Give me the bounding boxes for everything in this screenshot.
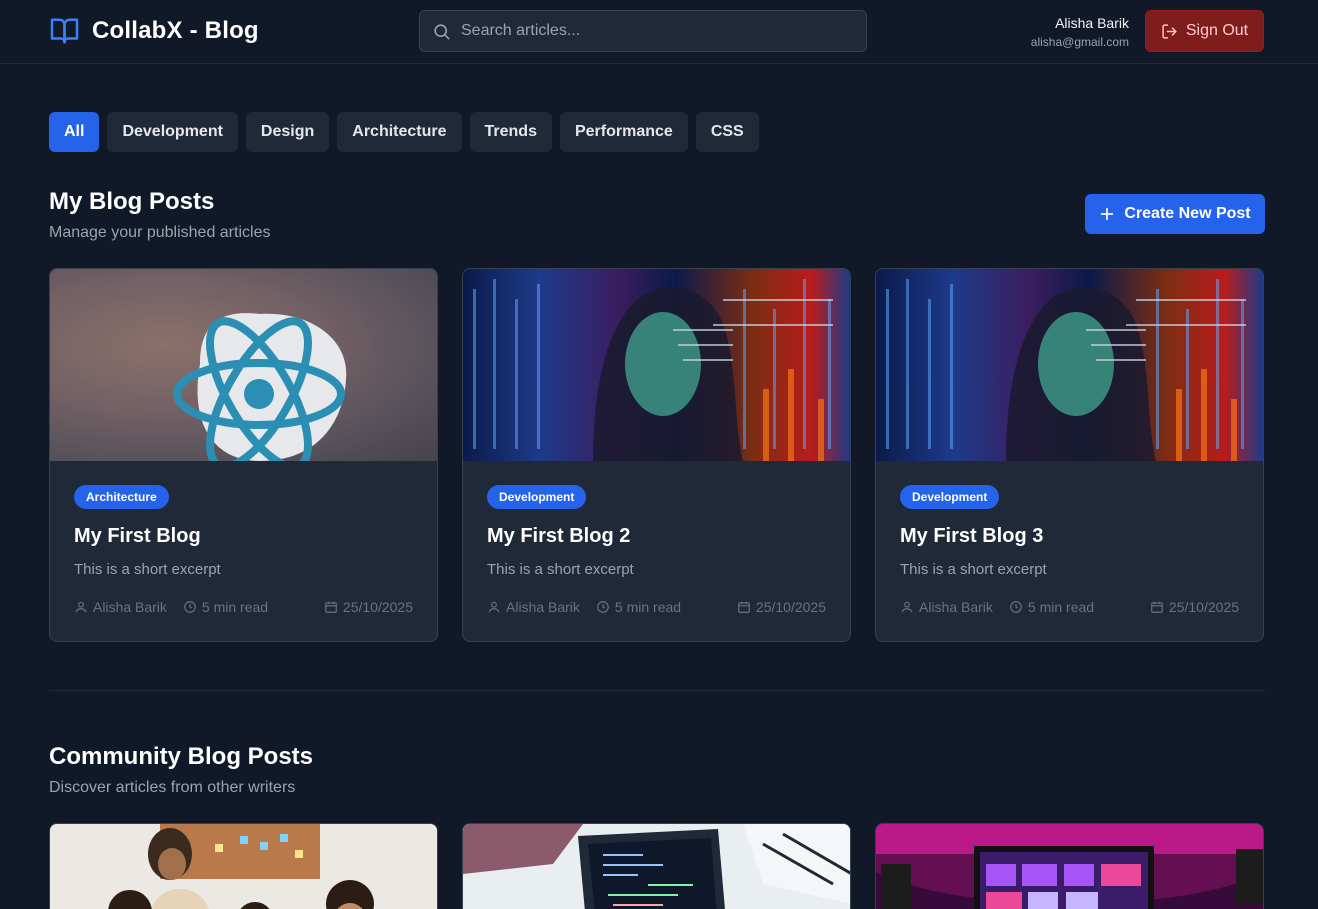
card-excerpt: This is a short excerpt — [74, 561, 221, 578]
community-blog-card[interactable] — [875, 823, 1264, 909]
brand[interactable]: CollabX - Blog — [49, 16, 259, 46]
user-name: Alisha Barik — [1055, 15, 1129, 31]
filter-design[interactable]: Design — [245, 112, 330, 152]
book-open-icon — [50, 18, 79, 44]
read-time-meta: 5 min read — [596, 599, 681, 615]
post-date: 25/10/2025 — [342, 599, 413, 615]
date-meta: 25/10/2025 — [1150, 599, 1239, 615]
user-icon — [75, 601, 87, 613]
author-meta: Alisha Barik — [74, 599, 167, 615]
search-icon — [434, 23, 450, 39]
section-divider — [49, 690, 1265, 691]
post-date: 25/10/2025 — [755, 599, 826, 615]
calendar-icon — [738, 601, 750, 613]
read-time-meta: 5 min read — [1009, 599, 1094, 615]
my-posts-header: My Blog Posts Manage your published arti… — [49, 188, 270, 242]
read-time: 5 min read — [1027, 599, 1095, 615]
blog-card-image — [876, 269, 1263, 461]
read-time: 5 min read — [201, 599, 269, 615]
plus-icon — [1101, 207, 1114, 221]
brand-title: CollabX - Blog — [92, 17, 259, 44]
neon-desk-setup-image — [876, 824, 1263, 909]
filter-architecture[interactable]: Architecture — [337, 112, 462, 152]
author-meta: Alisha Barik — [487, 599, 580, 615]
blog-card-image — [463, 269, 850, 461]
blog-card-image — [50, 269, 437, 461]
card-title[interactable]: My First Blog 2 — [487, 525, 826, 548]
card-meta: Alisha Barik 5 min read 25/10/2025 — [487, 599, 826, 615]
card-title[interactable]: My First Blog — [74, 525, 413, 548]
category-badge[interactable]: Development — [487, 485, 587, 509]
author-name: Alisha Barik — [506, 599, 580, 615]
calendar-icon — [325, 601, 337, 613]
clock-icon — [597, 601, 609, 613]
blog-card[interactable]: Architecture My First Blog This is a sho… — [49, 268, 438, 642]
card-excerpt: This is a short excerpt — [487, 561, 634, 578]
top-header: CollabX - Blog Alisha Barik alisha@gmail… — [0, 0, 1318, 64]
author-name: Alisha Barik — [919, 599, 993, 615]
community-blog-card[interactable] — [49, 823, 438, 909]
filter-performance[interactable]: Performance — [559, 112, 688, 152]
clock-icon — [1010, 601, 1022, 613]
user-icon — [901, 601, 913, 613]
community-subtitle: Discover articles from other writers — [49, 779, 296, 796]
create-new-post-button[interactable]: Create New Post — [1085, 194, 1265, 234]
team-meeting-image — [50, 824, 437, 909]
sign-out-button[interactable]: Sign Out — [1145, 10, 1264, 52]
code-portrait-image — [886, 279, 1246, 461]
date-meta: 25/10/2025 — [737, 599, 826, 615]
community-blog-card[interactable] — [462, 823, 851, 909]
read-time-meta: 5 min read — [183, 599, 268, 615]
post-date: 25/10/2025 — [1168, 599, 1239, 615]
author-name: Alisha Barik — [93, 599, 167, 615]
card-excerpt: This is a short excerpt — [900, 561, 1047, 578]
read-time: 5 min read — [614, 599, 682, 615]
user-info: Alisha Barik alisha@gmail.com — [1031, 15, 1129, 50]
code-portrait-image — [473, 279, 833, 461]
category-badge[interactable]: Architecture — [74, 485, 169, 509]
create-new-post-label: Create New Post — [1124, 205, 1251, 222]
my-posts-title: My Blog Posts — [49, 188, 215, 215]
log-out-icon — [1162, 23, 1177, 39]
card-title[interactable]: My First Blog 3 — [900, 525, 1239, 548]
user-email: alisha@gmail.com — [1030, 35, 1129, 49]
author-meta: Alisha Barik — [900, 599, 993, 615]
clock-icon — [184, 601, 196, 613]
card-meta: Alisha Barik 5 min read 25/10/2025 — [74, 599, 413, 615]
filter-all[interactable]: All — [49, 112, 100, 152]
filter-css[interactable]: CSS — [695, 112, 759, 152]
calendar-icon — [1151, 601, 1163, 613]
react-logo-icon — [50, 269, 437, 461]
category-badge[interactable]: Development — [900, 485, 1000, 509]
filter-development[interactable]: Development — [107, 112, 238, 152]
community-header: Community Blog Posts Discover articles f… — [49, 743, 313, 797]
my-posts-subtitle: Manage your published articles — [49, 224, 271, 241]
search-input[interactable] — [461, 22, 851, 40]
laptop-code-image — [463, 824, 850, 909]
community-title: Community Blog Posts — [49, 743, 314, 770]
sign-out-label: Sign Out — [1185, 22, 1249, 39]
user-icon — [488, 601, 500, 613]
filter-trends[interactable]: Trends — [469, 112, 552, 152]
blog-card[interactable]: Development My First Blog 3 This is a sh… — [875, 268, 1264, 642]
blog-card[interactable]: Development My First Blog 2 This is a sh… — [462, 268, 851, 642]
date-meta: 25/10/2025 — [324, 599, 413, 615]
card-meta: Alisha Barik 5 min read 25/10/2025 — [900, 599, 1239, 615]
category-filters: All Development Design Architecture Tren… — [49, 112, 759, 152]
search-box[interactable] — [419, 10, 867, 52]
